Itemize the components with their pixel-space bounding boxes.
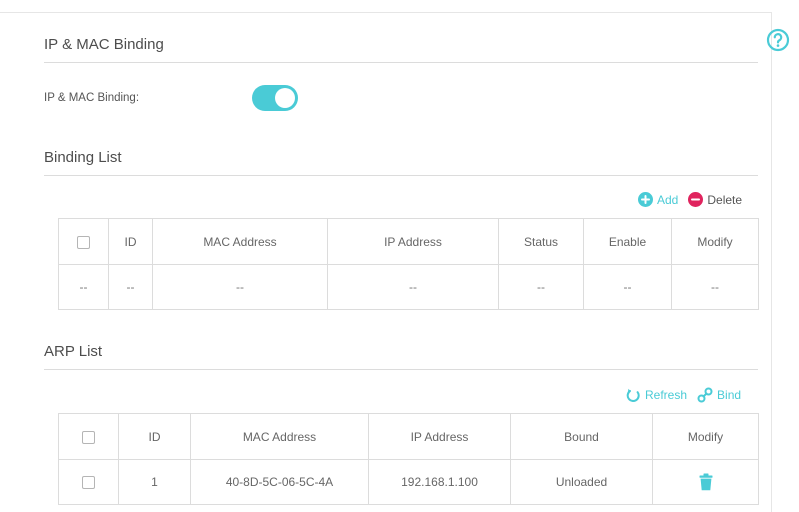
refresh-icon xyxy=(626,388,641,403)
binding-list-table: ID MAC Address IP Address Status Enable … xyxy=(58,218,759,310)
delete-icon xyxy=(688,192,704,207)
delete-button[interactable]: Delete xyxy=(688,192,742,207)
column-header-mac-address: MAC Address xyxy=(152,218,328,265)
add-label: Add xyxy=(657,192,679,207)
help-icon[interactable] xyxy=(766,28,790,52)
add-button[interactable]: Add xyxy=(638,192,678,207)
select-all-checkbox-cell xyxy=(58,413,119,460)
divider xyxy=(44,62,758,63)
cell-ip-address: 192.168.1.100 xyxy=(368,459,511,505)
bind-button[interactable]: Bind xyxy=(697,387,741,403)
column-header-id: ID xyxy=(108,218,153,265)
trash-icon[interactable] xyxy=(699,473,713,491)
link-icon xyxy=(697,387,713,403)
delete-label: Delete xyxy=(707,192,743,207)
column-header-modify: Modify xyxy=(652,413,759,460)
row-checkbox-cell xyxy=(58,459,119,505)
column-header-modify: Modify xyxy=(671,218,759,265)
binding-list-actions: Add Delete xyxy=(628,192,742,207)
section-title-ip-mac-binding: IP & MAC Binding xyxy=(44,36,164,53)
empty-cell: -- xyxy=(583,264,672,310)
arp-list-actions: Refresh Bind xyxy=(616,387,741,403)
empty-cell: -- xyxy=(498,264,584,310)
toggle-knob xyxy=(275,88,295,108)
cell-mac-address: 40-8D-5C-06-5C-4A xyxy=(190,459,369,505)
table-row: 1 40-8D-5C-06-5C-4A 192.168.1.100 Unload… xyxy=(58,459,759,505)
section-title-arp-list: ARP List xyxy=(44,343,103,360)
empty-cell: -- xyxy=(327,264,499,310)
column-header-ip-address: IP Address xyxy=(327,218,499,265)
table-row: -- -- -- -- -- -- -- xyxy=(58,264,759,310)
select-all-checkbox[interactable] xyxy=(77,235,90,249)
column-header-id: ID xyxy=(118,413,191,460)
row-checkbox[interactable] xyxy=(82,476,95,490)
cell-modify xyxy=(652,459,759,505)
arp-list-table: ID MAC Address IP Address Bound Modify 1… xyxy=(58,413,759,505)
select-all-checkbox[interactable] xyxy=(82,430,95,444)
empty-cell: -- xyxy=(58,264,109,310)
table-header-row: ID MAC Address IP Address Bound Modify xyxy=(58,413,759,460)
divider xyxy=(44,369,758,370)
column-header-bound: Bound xyxy=(510,413,653,460)
empty-cell: -- xyxy=(108,264,153,310)
table-header-row: ID MAC Address IP Address Status Enable … xyxy=(58,218,759,265)
refresh-button[interactable]: Refresh xyxy=(626,388,687,403)
empty-cell: -- xyxy=(671,264,759,310)
divider xyxy=(44,175,758,176)
column-header-mac-address: MAC Address xyxy=(190,413,369,460)
ip-mac-binding-label: IP & MAC Binding: xyxy=(44,92,140,104)
cell-bound: Unloaded xyxy=(510,459,653,505)
column-header-enable: Enable xyxy=(583,218,672,265)
bind-label: Bind xyxy=(717,388,742,402)
empty-cell: -- xyxy=(152,264,328,310)
cell-id: 1 xyxy=(118,459,191,505)
select-all-checkbox-cell xyxy=(58,218,109,265)
section-title-binding-list: Binding List xyxy=(44,149,122,166)
add-icon xyxy=(638,192,653,207)
column-header-status: Status xyxy=(498,218,584,265)
refresh-label: Refresh xyxy=(645,388,688,402)
column-header-ip-address: IP Address xyxy=(368,413,511,460)
ip-mac-binding-toggle[interactable] xyxy=(252,85,298,111)
